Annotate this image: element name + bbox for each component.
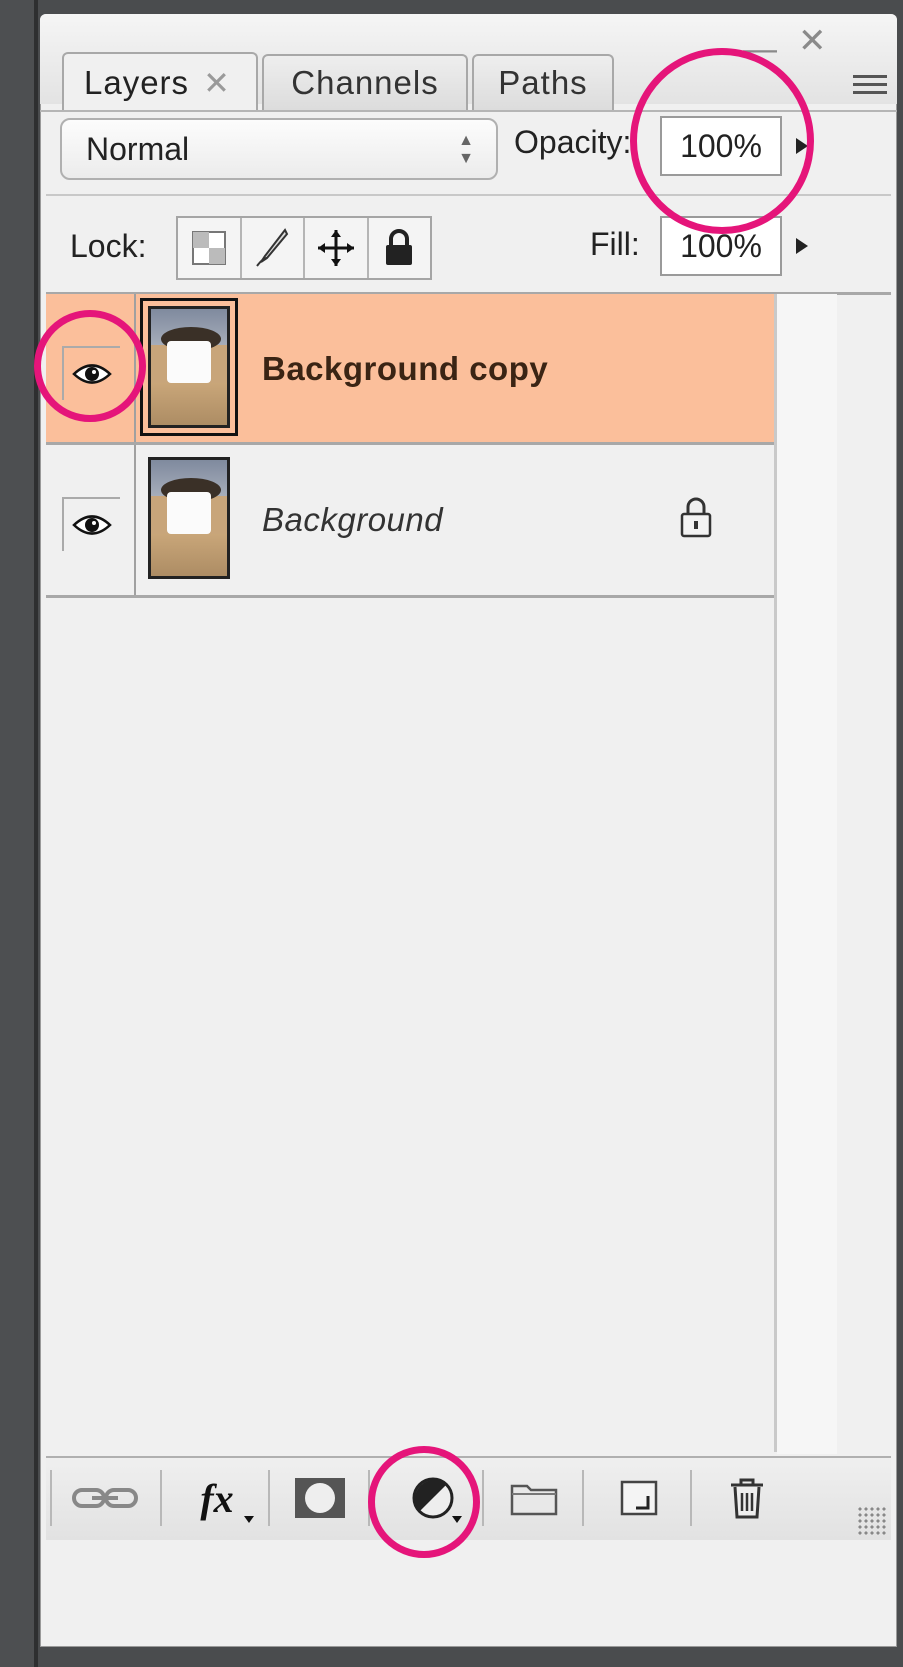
layers-list: Background copy Background bbox=[46, 294, 774, 598]
panel-menu-icon[interactable] bbox=[853, 70, 887, 100]
new-layer-icon[interactable] bbox=[594, 1468, 684, 1528]
row-divider bbox=[46, 595, 774, 598]
delete-layer-icon[interactable] bbox=[702, 1468, 792, 1528]
opacity-label: Opacity: bbox=[514, 124, 632, 160]
add-layer-mask-icon[interactable] bbox=[280, 1468, 360, 1528]
blend-mode-value: Normal bbox=[86, 130, 190, 167]
new-group-icon[interactable] bbox=[494, 1468, 574, 1528]
tab-channels-label: Channels bbox=[291, 64, 439, 101]
layer-name[interactable]: Background bbox=[262, 501, 443, 539]
layers-bottom-toolbar: fx bbox=[46, 1456, 891, 1540]
options-divider bbox=[46, 194, 891, 196]
link-layers-icon[interactable] bbox=[60, 1468, 150, 1528]
blend-mode-select[interactable]: Normal ▲ ▼ bbox=[60, 118, 498, 180]
visibility-column bbox=[46, 445, 136, 595]
fill-field[interactable]: 100% bbox=[660, 216, 782, 276]
window-frame bbox=[0, 0, 34, 1667]
lock-position-icon[interactable] bbox=[305, 218, 369, 278]
opacity-slider-arrow-icon[interactable] bbox=[796, 138, 808, 154]
lock-image-pixels-icon[interactable] bbox=[242, 218, 305, 278]
new-adjustment-layer-icon[interactable] bbox=[388, 1468, 478, 1528]
tab-paths-label: Paths bbox=[498, 64, 588, 101]
layer-locked-icon bbox=[678, 495, 714, 544]
visibility-column bbox=[46, 294, 136, 444]
close-icon[interactable]: ✕ bbox=[798, 24, 827, 58]
layer-thumbnail bbox=[148, 306, 230, 428]
layer-row-background-copy[interactable]: Background copy bbox=[46, 294, 774, 444]
frame-divider bbox=[34, 0, 38, 1667]
layer-name[interactable]: Background copy bbox=[262, 350, 548, 388]
tab-layers-label: Layers bbox=[84, 64, 190, 101]
eye-icon[interactable] bbox=[62, 497, 120, 551]
tab-layers[interactable]: Layers ✕ bbox=[62, 52, 258, 112]
tab-channels[interactable]: Channels bbox=[262, 54, 468, 110]
layer-thumbnail bbox=[148, 457, 230, 579]
fill-label: Fill: bbox=[590, 226, 640, 262]
layer-row-background[interactable]: Background bbox=[46, 445, 774, 595]
fill-value: 100% bbox=[680, 227, 762, 264]
tab-paths[interactable]: Paths bbox=[472, 54, 614, 110]
opacity-value: 100% bbox=[680, 127, 762, 164]
lock-label: Lock: bbox=[70, 228, 147, 264]
lock-all-icon[interactable] bbox=[369, 218, 431, 278]
layers-panel: — ✕ Layers ✕ Channels Paths Normal ▲ ▼ Op… bbox=[40, 14, 897, 1647]
minimize-icon[interactable]: — bbox=[743, 32, 777, 66]
tab-close-icon[interactable]: ✕ bbox=[203, 64, 231, 102]
layer-style-fx-icon[interactable]: fx bbox=[172, 1468, 262, 1528]
select-arrows-icon: ▲ ▼ bbox=[458, 132, 474, 167]
opacity-field[interactable]: 100% bbox=[660, 116, 782, 176]
eye-icon[interactable] bbox=[62, 346, 120, 400]
layers-scrollbar[interactable] bbox=[777, 294, 837, 1454]
lock-transparent-pixels-icon[interactable] bbox=[178, 218, 242, 278]
tab-divider bbox=[40, 110, 897, 112]
resize-grip-icon[interactable] bbox=[857, 1506, 887, 1536]
fill-slider-arrow-icon[interactable] bbox=[796, 238, 808, 254]
lock-buttons bbox=[176, 216, 432, 280]
